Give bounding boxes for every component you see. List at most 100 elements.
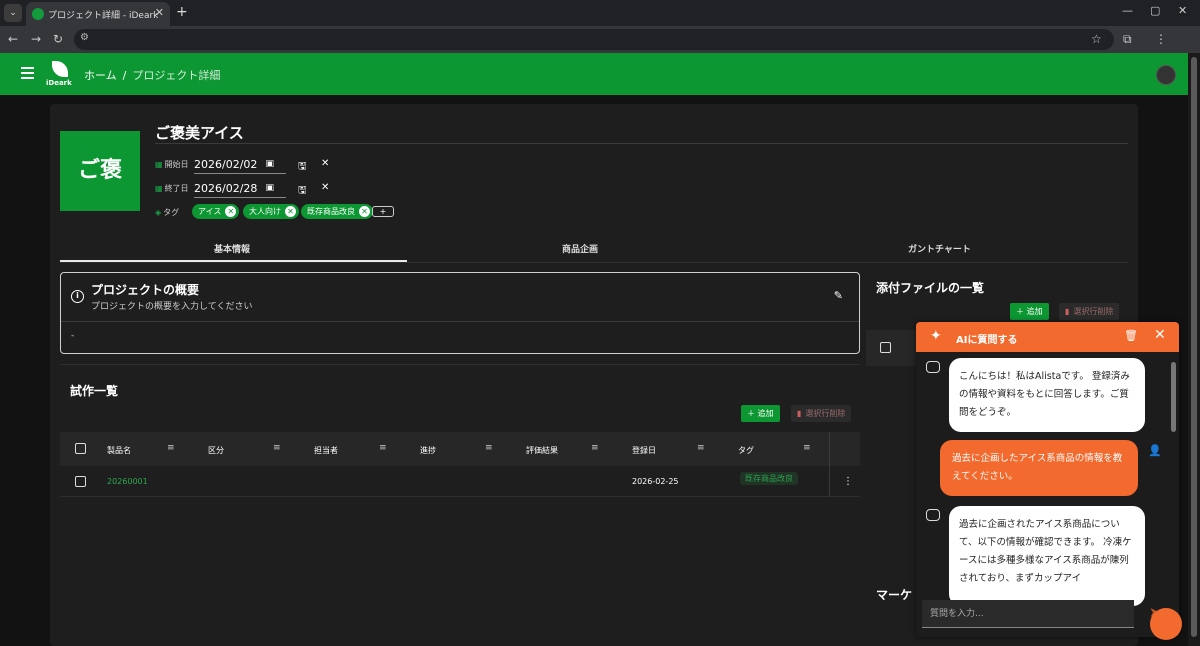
- bot-message: こんにちは！私はAlistaです。 登録済みの情報や資料をもとに回答します。ご質…: [949, 358, 1145, 432]
- column-header[interactable]: タグ: [738, 445, 754, 456]
- chat-title: AIに質問する: [956, 335, 1018, 346]
- column-header[interactable]: 担当者: [314, 445, 338, 456]
- tag-chip[interactable]: 大人向け ✕: [243, 204, 299, 219]
- chat-input[interactable]: [922, 600, 1134, 628]
- add-attachment-button[interactable]: ＋ 追加: [1010, 303, 1049, 320]
- row-tag: 既存商品改良: [740, 472, 798, 485]
- new-tab-button[interactable]: +: [176, 4, 188, 20]
- attachments-table-header: [866, 330, 920, 366]
- calendar-icon: ▦: [155, 160, 163, 169]
- project-title: ご褒美アイス: [155, 124, 244, 142]
- url-field[interactable]: ⚙: [74, 29, 1114, 50]
- cancel-end-date-button[interactable]: ✕: [321, 182, 329, 193]
- filter-icon[interactable]: ≡: [485, 443, 493, 453]
- extensions-icon[interactable]: ⧉: [1123, 32, 1132, 47]
- close-chat-icon[interactable]: ✕: [1154, 327, 1166, 343]
- chat-input-field[interactable]: [922, 600, 1134, 627]
- ai-chat-panel: ✦ AIに質問する 🗑 ✕ こんにちは！私はAlistaです。 登録済みの情報や…: [916, 322, 1179, 637]
- bookmark-star-icon[interactable]: ☆: [1091, 32, 1102, 46]
- tag-chip[interactable]: アイス ✕: [192, 204, 240, 219]
- select-all-checkbox[interactable]: [75, 443, 86, 454]
- column-header[interactable]: 区分: [208, 445, 224, 456]
- overview-title: プロジェクトの概要: [91, 283, 200, 297]
- breadcrumb-current: プロジェクト詳細: [132, 69, 221, 82]
- chip-remove-icon[interactable]: ✕: [225, 206, 237, 217]
- window-close-button[interactable]: ✕: [1178, 4, 1187, 17]
- calendar-icon: ▦: [155, 184, 163, 193]
- calendar-picker-icon[interactable]: ▣: [265, 159, 274, 169]
- forward-button[interactable]: →: [31, 32, 41, 46]
- filter-icon[interactable]: ≡: [697, 443, 705, 453]
- tag-chip[interactable]: 既存商品改良 ✕: [301, 204, 373, 219]
- column-header[interactable]: 登録日: [632, 445, 656, 456]
- filter-icon[interactable]: ≡: [273, 443, 281, 453]
- registered-date: 2026-02-25: [632, 477, 679, 486]
- column-header[interactable]: 評価結果: [526, 445, 558, 456]
- site-info-icon[interactable]: ⚙: [80, 32, 89, 43]
- hamburger-menu-icon[interactable]: [21, 67, 34, 79]
- chip-remove-icon[interactable]: ✕: [359, 206, 370, 217]
- tab-product-planning[interactable]: 商品企画: [562, 242, 598, 255]
- tag-icon: ◈: [155, 208, 162, 217]
- delete-selected-button[interactable]: ▮ 選択行削除: [791, 405, 852, 422]
- tag-label: ◈ タグ: [155, 208, 180, 217]
- leaf-icon: [52, 61, 68, 77]
- back-button[interactable]: ←: [8, 32, 18, 46]
- reload-button[interactable]: ↻: [53, 32, 63, 46]
- column-header[interactable]: 進捗: [420, 445, 436, 456]
- avatar[interactable]: [1156, 65, 1176, 85]
- bot-message: 過去に企画されたアイス系商品について、以下の情報が確認できます。 冷凍ケースには…: [949, 506, 1145, 606]
- user-icon: 👤: [1148, 444, 1162, 457]
- row-checkbox[interactable]: [75, 476, 86, 487]
- page-scrollbar[interactable]: [1188, 53, 1200, 646]
- overview-subtitle: プロジェクトの概要を入力してください: [91, 302, 253, 312]
- breadcrumb-separator: /: [122, 69, 127, 82]
- chat-scrollbar[interactable]: [1171, 362, 1176, 432]
- minimize-button[interactable]: —: [1122, 4, 1133, 17]
- edit-pencil-icon[interactable]: ✎: [834, 289, 843, 302]
- select-all-attachments-checkbox[interactable]: [880, 342, 891, 353]
- chat-header: ✦ AIに質問する 🗑 ✕: [916, 322, 1179, 352]
- overview-body: -: [71, 331, 75, 341]
- end-date-input[interactable]: 2026/02/28 ▣: [194, 182, 286, 198]
- overview-card: i プロジェクトの概要 プロジェクトの概要を入力してください ✎ -: [60, 272, 860, 354]
- scrollbar-thumb[interactable]: [1191, 57, 1197, 637]
- browser-tab[interactable]: プロジェクト詳細 - iDeark ✕: [26, 2, 170, 26]
- filter-icon[interactable]: ≡: [591, 443, 599, 453]
- cancel-start-date-button[interactable]: ✕: [321, 158, 329, 169]
- section-divider: [60, 364, 860, 365]
- table-column-divider: [829, 432, 830, 497]
- save-end-date-button[interactable]: 🖫: [298, 183, 307, 200]
- calendar-picker-icon[interactable]: ▣: [265, 183, 274, 193]
- add-prototype-button[interactable]: ＋ 追加: [741, 405, 780, 422]
- breadcrumb-home[interactable]: ホーム: [84, 69, 117, 82]
- row-menu-icon[interactable]: ⋮: [843, 476, 853, 487]
- save-start-date-button[interactable]: 🖫: [298, 159, 307, 176]
- tab-search-button[interactable]: ⌄: [4, 4, 22, 22]
- table-row[interactable]: 20260001 2026-02-25 既存商品改良: [60, 466, 860, 497]
- start-date-input[interactable]: 2026/02/02 ▣: [194, 158, 286, 174]
- logo[interactable]: iDeark: [46, 61, 72, 89]
- tab-close-icon[interactable]: ✕: [155, 6, 164, 19]
- browser-menu-icon[interactable]: ⋮: [1155, 32, 1167, 46]
- tab-gantt-chart[interactable]: ガントチャート: [908, 242, 971, 255]
- sparkle-icon: ✦: [930, 328, 942, 344]
- address-bar: ← → ↻ ⚙ ☆ ⧉ ⋮: [0, 26, 1200, 53]
- filter-icon[interactable]: ≡: [167, 443, 175, 453]
- filter-icon[interactable]: ≡: [379, 443, 387, 453]
- trash-icon: ▮: [797, 409, 802, 418]
- active-tab-indicator: [60, 260, 407, 262]
- ai-chat-fab-button[interactable]: [1150, 608, 1182, 640]
- delete-attachment-button[interactable]: ▮ 選択行削除: [1059, 303, 1120, 320]
- column-header[interactable]: 製品名: [107, 445, 131, 456]
- maximize-button[interactable]: ▢: [1150, 4, 1160, 17]
- chip-remove-icon[interactable]: ✕: [285, 206, 296, 217]
- clear-chat-icon[interactable]: 🗑: [1124, 329, 1138, 342]
- product-name-link[interactable]: 20260001: [107, 477, 148, 486]
- attachments-title: 添付ファイルの一覧: [876, 281, 985, 295]
- project-thumbnail: ご褒: [60, 131, 140, 211]
- bot-icon: [926, 361, 940, 373]
- add-tag-button[interactable]: +: [372, 206, 394, 217]
- tab-basic-info[interactable]: 基本情報: [214, 242, 250, 255]
- filter-icon[interactable]: ≡: [803, 443, 811, 453]
